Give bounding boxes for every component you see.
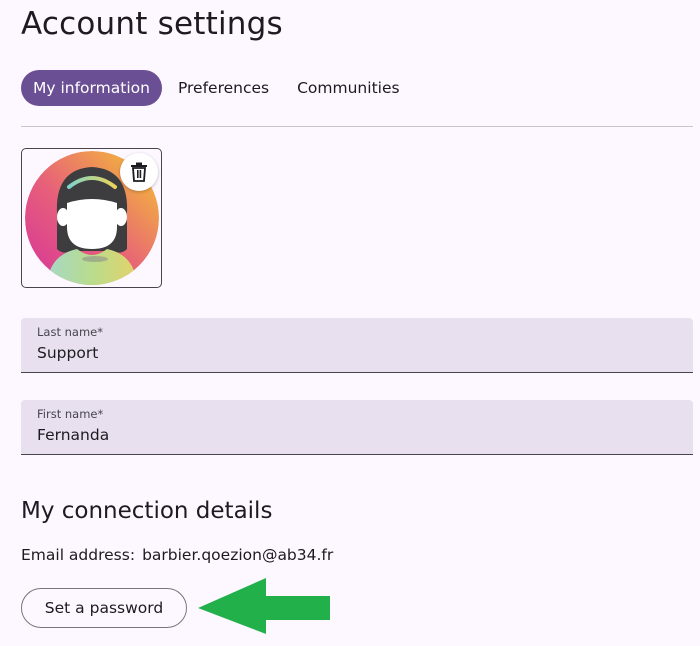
tab-communities[interactable]: Communities [285,70,411,106]
set-password-button[interactable]: Set a password [21,588,187,628]
first-name-label: First name* [37,407,104,421]
connection-details-title: My connection details [21,498,273,524]
first-name-value: Fernanda [37,426,110,444]
last-name-label: Last name* [37,325,103,339]
last-name-value: Support [37,344,99,362]
tab-bar: My information Preferences Communities [21,70,416,106]
delete-avatar-button[interactable] [120,153,158,191]
email-row: Email address: barbier.qoezion@ab34.fr [21,546,333,564]
tabs-divider [21,126,693,127]
email-label: Email address: [21,546,136,564]
trash-icon [131,162,147,182]
last-name-field[interactable]: Last name* Support [21,318,693,373]
left-arrow-icon [198,578,330,634]
page-title: Account settings [21,6,283,42]
email-value: barbier.qoezion@ab34.fr [142,546,334,564]
first-name-field[interactable]: First name* Fernanda [21,400,693,455]
tab-preferences[interactable]: Preferences [166,70,281,106]
avatar-frame [21,148,162,288]
tab-my-information[interactable]: My information [21,70,162,106]
